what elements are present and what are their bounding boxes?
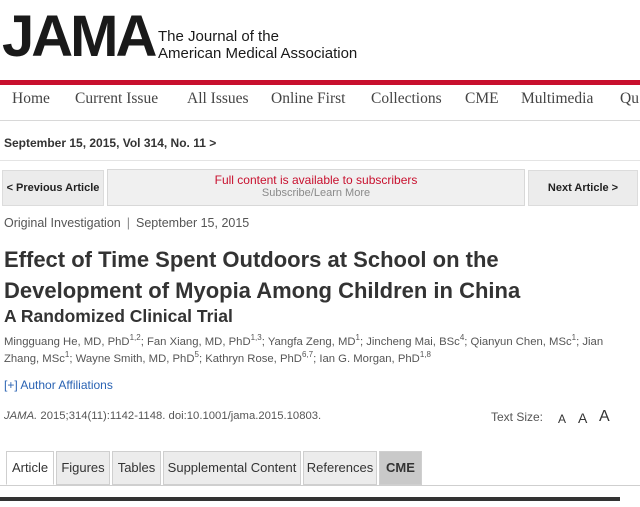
- text-size-small-button[interactable]: A: [558, 412, 566, 426]
- citation: JAMA. 2015;314(11):1142-1148. doi:10.100…: [4, 410, 321, 422]
- nav-collections[interactable]: Collections: [371, 90, 442, 108]
- journal-name: The Journal of the American Medical Asso…: [158, 28, 357, 62]
- author[interactable]: Qianyun Chen, MSc1: [471, 334, 577, 348]
- tab-article[interactable]: Article: [6, 451, 54, 485]
- issue-divider: [0, 160, 640, 161]
- author[interactable]: Wayne Smith, MD, PhD5: [76, 351, 199, 365]
- tab-cme[interactable]: CME: [379, 451, 422, 485]
- next-article-button[interactable]: Next Article >: [528, 170, 638, 206]
- author-affiliations-link[interactable]: [+] Author Affiliations: [4, 378, 113, 392]
- article-date: September 15, 2015: [135, 216, 250, 230]
- nav-quiz-truncated[interactable]: Qu: [620, 90, 639, 108]
- subscribe-banner[interactable]: Full content is available to subscribers…: [107, 169, 525, 206]
- nav-multimedia[interactable]: Multimedia: [521, 90, 593, 108]
- nav-all-issues[interactable]: All Issues: [187, 90, 249, 108]
- article-subtitle: A Randomized Clinical Trial: [4, 306, 233, 326]
- nav-home[interactable]: Home: [12, 90, 50, 108]
- article-meta: Original Investigation | September 15, 201…: [4, 216, 249, 230]
- nav-current-issue[interactable]: Current Issue: [75, 90, 158, 108]
- tab-figures[interactable]: Figures: [56, 451, 110, 485]
- citation-details: 2015;314(11):1142-1148. doi:10.1001/jama…: [37, 410, 322, 422]
- journal-name-line1: The Journal of the: [158, 28, 279, 45]
- meta-separator: |: [126, 216, 130, 230]
- citation-journal: JAMA.: [4, 410, 38, 422]
- nav-divider: [0, 120, 640, 121]
- author[interactable]: Yangfa Zeng, MD1: [268, 334, 360, 348]
- text-size-medium-button[interactable]: A: [578, 410, 587, 426]
- text-size-label: Text Size:: [491, 410, 544, 424]
- author[interactable]: Mingguang He, MD, PhD1,2: [4, 334, 141, 348]
- text-size-large-button[interactable]: A: [599, 408, 610, 426]
- author[interactable]: Kathryn Rose, PhD6,7: [205, 351, 313, 365]
- issue-link[interactable]: September 15, 2015, Vol 314, No. 11 >: [4, 136, 216, 150]
- author[interactable]: Ian G. Morgan, PhD1,8: [319, 351, 431, 365]
- nav-cme[interactable]: CME: [465, 90, 499, 108]
- main-nav: Home Current Issue All Issues Online Fir…: [0, 86, 640, 118]
- text-size-control: Text Size: A A A: [491, 408, 610, 426]
- jama-logo[interactable]: JAMA: [2, 8, 157, 66]
- author-list: Mingguang He, MD, PhD1,2; Fan Xiang, MD,…: [4, 333, 604, 365]
- journal-name-line2: American Medical Association: [158, 45, 358, 62]
- content-top-bar: [0, 497, 620, 501]
- article-type: Original Investigation: [4, 216, 121, 230]
- tabs-divider: [0, 485, 640, 486]
- author[interactable]: Fan Xiang, MD, PhD1,3: [147, 334, 262, 348]
- tab-references[interactable]: References: [303, 451, 377, 485]
- previous-article-button[interactable]: < Previous Article: [2, 170, 104, 206]
- nav-online-first[interactable]: Online First: [271, 90, 346, 108]
- subscribe-link[interactable]: Subscribe/Learn More: [108, 187, 524, 199]
- author[interactable]: Jincheng Mai, BSc4: [366, 334, 464, 348]
- article-title: Effect of Time Spent Outdoors at School …: [4, 247, 521, 303]
- brand-divider: [0, 80, 640, 85]
- tab-tables[interactable]: Tables: [112, 451, 161, 485]
- tab-supplemental-content[interactable]: Supplemental Content: [163, 451, 301, 485]
- subscribe-notice: Full content is available to subscribers: [214, 173, 418, 187]
- masthead: JAMA The Journal of the American Medical…: [0, 6, 640, 72]
